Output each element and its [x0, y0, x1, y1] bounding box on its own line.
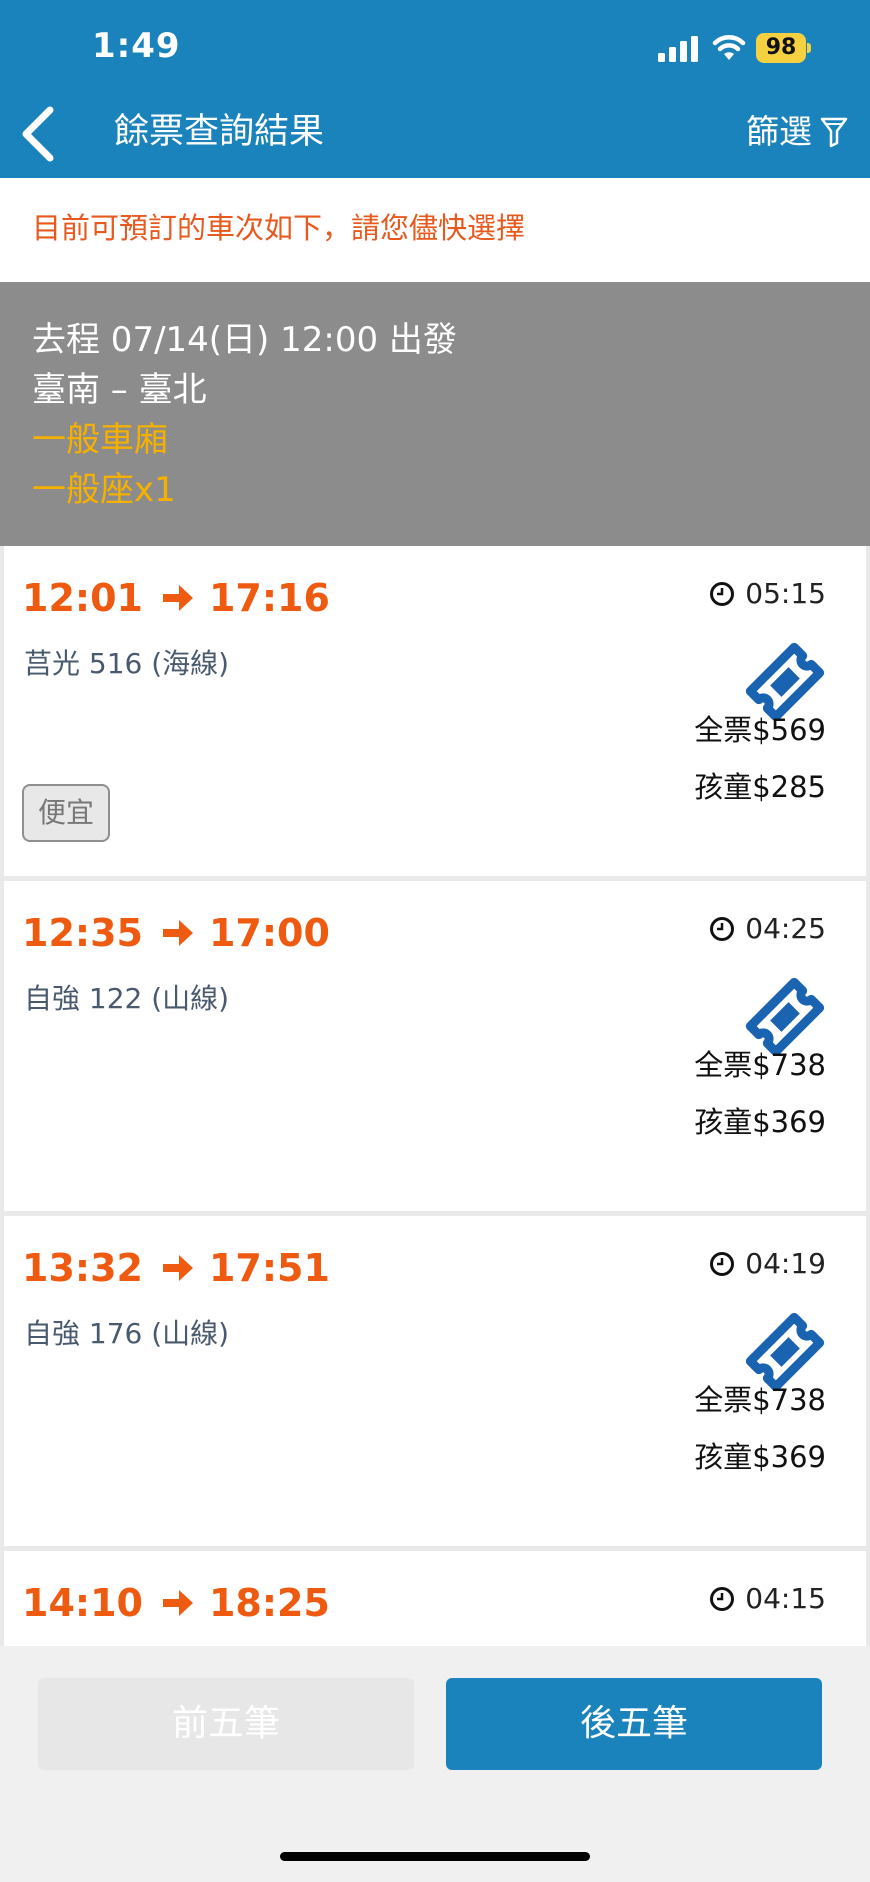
duration-text: 05:15	[745, 577, 826, 610]
train-list[interactable]: 12:01 17:16 莒光 516 (海線) 05:15 全票$569 孩童$…	[0, 546, 870, 1646]
train-name: 莒光 516 (海線)	[24, 647, 230, 680]
trip-summary: 去程 07/14(日) 12:00 出發 臺南 – 臺北 一般車廂 一般座x1	[0, 282, 870, 546]
arrive-time: 17:16	[208, 576, 330, 620]
train-card[interactable]: 14:10 18:25 04:15	[4, 1551, 866, 1646]
filter-icon	[820, 117, 848, 148]
trip-duration: 04:19	[709, 1246, 826, 1282]
train-times: 12:01 17:16	[22, 576, 330, 620]
arrow-right-icon	[162, 1590, 193, 1616]
train-times: 14:10 18:25	[22, 1581, 330, 1625]
clock-icon	[710, 1252, 735, 1276]
duration-text: 04:19	[745, 1247, 826, 1280]
clock-icon	[710, 1587, 735, 1611]
depart-time: 12:01	[22, 576, 143, 620]
filter-label: 篩選	[746, 112, 812, 151]
train-card[interactable]: 12:01 17:16 莒光 516 (海線) 05:15 全票$569 孩童$…	[4, 546, 866, 876]
arrow-right-icon	[162, 1255, 193, 1281]
car-type: 一般車廂	[32, 420, 168, 460]
depart-time: 12:35	[22, 911, 143, 955]
signal-icon	[658, 36, 698, 62]
child-price: 孩童$369	[694, 1105, 826, 1139]
depart-time: 14:10	[22, 1581, 143, 1625]
duration-text: 04:25	[745, 912, 826, 945]
home-indicator[interactable]	[280, 1852, 590, 1861]
trip-duration: 05:15	[709, 576, 826, 612]
wifi-icon	[712, 35, 746, 60]
battery-icon: 98	[756, 33, 812, 63]
train-times: 12:35 17:00	[22, 911, 330, 955]
seat-type: 一般座x1	[32, 470, 176, 510]
depart-time: 13:32	[22, 1246, 143, 1290]
prev-five-button[interactable]: 前五筆	[38, 1678, 414, 1770]
trip-duration: 04:15	[709, 1581, 826, 1617]
adult-price: 全票$738	[694, 1048, 826, 1082]
pagination-bar: 前五筆 後五筆	[0, 1646, 870, 1882]
train-card[interactable]: 13:32 17:51 自強 176 (山線) 04:19 全票$738 孩童$…	[4, 1216, 866, 1546]
battery-level: 98	[756, 33, 806, 63]
next-five-button[interactable]: 後五筆	[446, 1678, 822, 1770]
train-name: 自強 122 (山線)	[24, 982, 230, 1015]
filter-button[interactable]: 篩選	[746, 110, 848, 154]
app-header: 1:49 98 餘票查詢結果 篩選	[0, 0, 870, 178]
notice-text: 目前可預訂的車次如下，請您儘快選擇	[32, 211, 526, 245]
arrive-time: 17:51	[208, 1246, 330, 1290]
page-title: 餘票查詢結果	[114, 112, 325, 152]
train-times: 13:32 17:51	[22, 1246, 330, 1290]
duration-text: 04:15	[745, 1582, 826, 1615]
child-price: 孩童$369	[694, 1440, 826, 1474]
adult-price: 全票$569	[694, 713, 826, 747]
train-name: 自強 176 (山線)	[24, 1317, 230, 1350]
status-time: 1:49	[92, 26, 181, 66]
clock-icon	[710, 582, 735, 606]
notice-banner: 目前可預訂的車次如下，請您儘快選擇	[0, 178, 870, 282]
arrive-time: 17:00	[208, 911, 330, 955]
clock-icon	[710, 917, 735, 941]
trip-date-line: 去程 07/14(日) 12:00 出發	[32, 320, 457, 360]
arrow-right-icon	[162, 585, 193, 611]
trip-duration: 04:25	[709, 911, 826, 947]
train-card[interactable]: 12:35 17:00 自強 122 (山線) 04:25 全票$738 孩童$…	[4, 881, 866, 1211]
adult-price: 全票$738	[694, 1383, 826, 1417]
arrow-right-icon	[162, 920, 193, 946]
cheap-badge: 便宜	[22, 784, 110, 842]
child-price: 孩童$285	[694, 770, 826, 804]
arrive-time: 18:25	[208, 1581, 330, 1625]
back-button[interactable]	[18, 104, 58, 164]
trip-route-line: 臺南 – 臺北	[32, 370, 207, 410]
